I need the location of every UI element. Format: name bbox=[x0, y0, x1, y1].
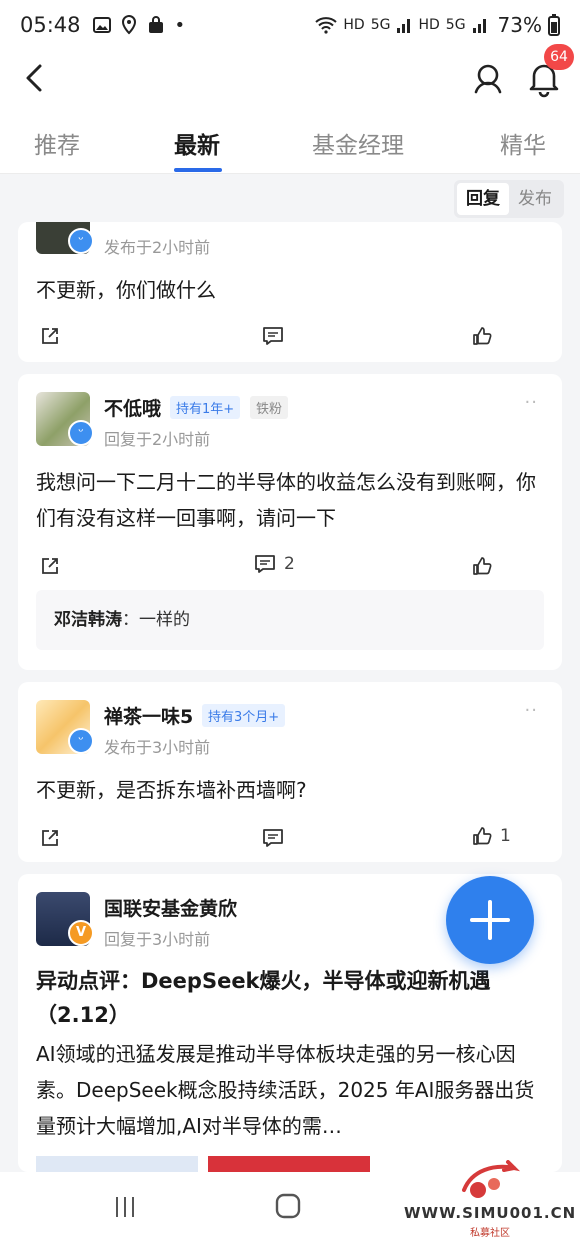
like-button[interactable] bbox=[472, 556, 492, 576]
post-time: 发布于2小时前 bbox=[104, 238, 211, 257]
post-body: 不更新，你们做什么 bbox=[36, 278, 216, 302]
post-time: 发布于3小时前 bbox=[104, 738, 211, 757]
wifi-icon bbox=[315, 17, 338, 34]
notification-count-badge: 64 bbox=[544, 44, 574, 70]
comment-icon bbox=[255, 555, 275, 573]
like-button[interactable] bbox=[472, 326, 492, 346]
tab-bar: 推荐 最新 基金经理 精华 bbox=[0, 112, 580, 174]
sort-reply-button[interactable]: 回复 bbox=[457, 183, 509, 215]
share-icon bbox=[42, 830, 58, 846]
more-options-icon[interactable]: ·· bbox=[525, 392, 538, 413]
thumbs-up-icon bbox=[473, 557, 492, 575]
fan-level-tag: 铁粉 bbox=[250, 396, 289, 419]
reply-preview[interactable]: 邓洁韩涛：一样的 bbox=[36, 590, 544, 650]
watermark-logo-icon bbox=[462, 1160, 521, 1198]
comment-count: 2 bbox=[284, 554, 295, 574]
shopping-bag-icon bbox=[148, 16, 163, 33]
net-label-4: 5G bbox=[445, 17, 466, 33]
holding-tag: 持有1年+ bbox=[170, 396, 241, 419]
status-notification-icons: • bbox=[92, 14, 186, 36]
reply-author[interactable]: 邓洁韩涛 bbox=[54, 610, 122, 630]
more-options-icon[interactable]: ·· bbox=[525, 700, 538, 721]
status-right: HD 5G HD 5G 73% bbox=[315, 13, 560, 37]
user-icon bbox=[474, 64, 502, 94]
share-icon bbox=[42, 558, 58, 574]
reply-text: ：一样的 bbox=[122, 610, 190, 630]
comment-icon bbox=[263, 829, 283, 847]
comment-button[interactable] bbox=[262, 326, 284, 346]
active-tab-indicator bbox=[174, 168, 222, 172]
like-count: 1 bbox=[500, 826, 511, 846]
article-image bbox=[208, 1156, 370, 1172]
author-name[interactable]: 禅茶一味5 bbox=[104, 702, 193, 729]
tab-featured[interactable]: 精华 bbox=[500, 126, 546, 160]
author-name[interactable]: 国联安基金黄欣 bbox=[104, 894, 237, 921]
dot-icon: • bbox=[174, 14, 186, 36]
tab-fund-manager[interactable]: 基金经理 bbox=[312, 126, 404, 160]
share-button[interactable] bbox=[40, 556, 60, 576]
battery-icon bbox=[548, 14, 560, 36]
thumbs-up-icon bbox=[473, 327, 492, 345]
location-icon bbox=[121, 15, 136, 35]
share-icon bbox=[42, 328, 58, 344]
signal-icon bbox=[472, 19, 486, 33]
signal-icon bbox=[397, 19, 411, 33]
post-body: 不更新，是否拆东墙补西墙啊? bbox=[36, 778, 307, 802]
status-bar: 05:48 • HD 5G HD 5G 73% bbox=[0, 0, 580, 50]
holding-tag: 持有3个月+ bbox=[202, 704, 286, 727]
watermark: WWW.SIMU001.CN 私募社区 bbox=[398, 1160, 578, 1240]
share-button[interactable] bbox=[40, 828, 60, 848]
nav-bar bbox=[0, 50, 580, 112]
image-icon bbox=[92, 17, 111, 33]
comment-button[interactable] bbox=[262, 828, 284, 848]
tab-latest[interactable]: 最新 bbox=[174, 126, 220, 160]
recent-apps-icon[interactable] bbox=[112, 1194, 138, 1220]
post-body: 我想问一下二月十二的半导体的收益怎么没有到账啊，你们有没有这样一回事啊，请问一下 bbox=[36, 470, 536, 530]
net-label-2: 5G bbox=[370, 17, 391, 33]
home-icon[interactable] bbox=[274, 1192, 302, 1220]
chevron-left-icon bbox=[26, 64, 42, 92]
smile-badge-icon: ᵕ bbox=[68, 728, 94, 754]
create-post-button[interactable] bbox=[446, 876, 534, 964]
watermark-subtext: 私募社区 bbox=[470, 1228, 510, 1239]
watermark-text: WWW.SIMU001.CN bbox=[404, 1204, 577, 1222]
post-time: 回复于2小时前 bbox=[104, 430, 211, 449]
status-time: 05:48 bbox=[20, 13, 81, 37]
post-card[interactable]: ᵕ 不低哦 持有1年+ 铁粉 ·· 回复于2小时前 我想问一下二月十二的半导体的… bbox=[18, 374, 562, 670]
smile-badge-icon: ᵕ bbox=[68, 420, 94, 446]
net-label-1: HD bbox=[343, 17, 365, 33]
article-title[interactable]: 异动点评：DeepSeek爆火，半导体或迎新机遇（2.12） bbox=[36, 964, 544, 1032]
article-image bbox=[36, 1156, 198, 1172]
share-button[interactable] bbox=[40, 326, 60, 346]
post-time: 回复于3小时前 bbox=[104, 930, 211, 949]
sort-toggle: 回复 发布 bbox=[454, 180, 564, 218]
verified-badge-icon: V bbox=[68, 920, 94, 946]
back-button[interactable] bbox=[16, 58, 56, 98]
smile-badge-icon: ᵕ bbox=[68, 228, 94, 254]
net-label-3: HD bbox=[418, 17, 440, 33]
author-name[interactable]: 不低哦 bbox=[104, 394, 161, 421]
article-summary: AI领域的迅猛发展是推动半导体板块走强的另一核心因素。DeepSeek概念股持续… bbox=[36, 1042, 535, 1138]
battery-level: 73% bbox=[497, 13, 542, 37]
profile-button[interactable] bbox=[468, 58, 508, 98]
comment-icon bbox=[263, 327, 283, 345]
post-card[interactable]: ᵕ 发布于2小时前 不更新，你们做什么 bbox=[18, 222, 562, 362]
tab-recommend[interactable]: 推荐 bbox=[34, 126, 80, 160]
thumbs-up-icon bbox=[473, 827, 492, 845]
post-card[interactable]: ᵕ 禅茶一味5 持有3个月+ ·· 发布于3小时前 不更新，是否拆东墙补西墙啊?… bbox=[18, 682, 562, 862]
like-button[interactable]: 1 bbox=[472, 826, 511, 846]
sort-publish-button[interactable]: 发布 bbox=[509, 183, 561, 215]
comment-button[interactable]: 2 bbox=[254, 554, 295, 574]
